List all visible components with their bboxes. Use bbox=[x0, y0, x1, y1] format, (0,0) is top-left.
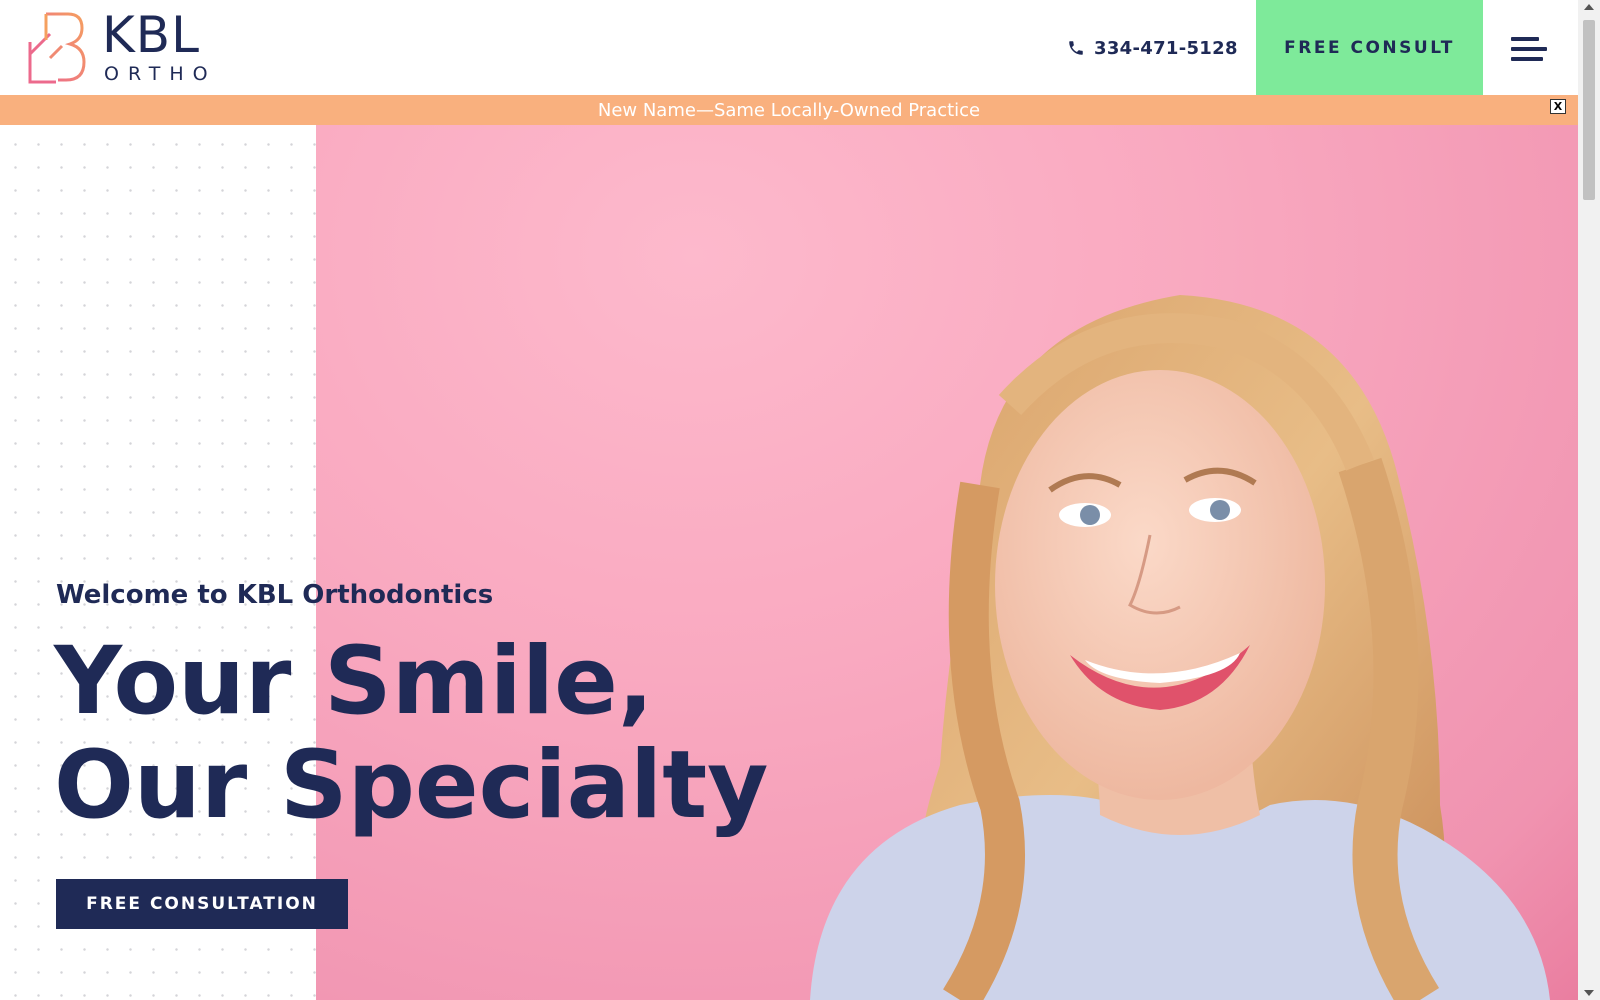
kbl-logo-mark-icon bbox=[28, 12, 86, 84]
logo-sub-text: ORTHO bbox=[104, 63, 217, 85]
announcement-banner: New Name—Same Locally-Owned Practice X bbox=[0, 95, 1578, 125]
phone-number: 334-471-5128 bbox=[1094, 37, 1238, 59]
free-consultation-button[interactable]: FREE CONSULTATION bbox=[56, 879, 348, 929]
free-consultation-label: FREE CONSULTATION bbox=[86, 894, 318, 914]
phone-icon bbox=[1069, 41, 1083, 55]
scroll-up-arrow-icon[interactable] bbox=[1584, 4, 1594, 10]
headline-line-2: Our Specialty bbox=[54, 731, 769, 840]
hamburger-bar bbox=[1511, 47, 1547, 51]
free-consult-button[interactable]: FREE CONSULT bbox=[1256, 0, 1483, 95]
free-consult-label: FREE CONSULT bbox=[1284, 37, 1455, 58]
page-scrollbar[interactable] bbox=[1578, 0, 1600, 1000]
hamburger-menu-icon bbox=[1511, 37, 1539, 41]
site-header: KBL ORTHO 334-471-5128 FREE CONSULT bbox=[0, 0, 1578, 95]
welcome-heading: Welcome to KBL Orthodontics bbox=[56, 580, 494, 610]
hamburger-menu-button[interactable] bbox=[1511, 34, 1549, 66]
hero-section: Welcome to KBL Orthodontics Your Smile, … bbox=[0, 125, 1578, 1000]
logo-brand-text: KBL bbox=[102, 6, 200, 64]
announcement-text: New Name—Same Locally-Owned Practice bbox=[597, 99, 981, 121]
phone-link[interactable]: 334-471-5128 bbox=[1067, 34, 1238, 62]
scroll-down-arrow-icon[interactable] bbox=[1584, 990, 1594, 996]
close-banner-button[interactable]: X bbox=[1550, 99, 1566, 114]
smiling-woman-image bbox=[810, 295, 1550, 1000]
hero-headline: Your Smile, Our Specialty bbox=[54, 630, 768, 838]
hamburger-bar bbox=[1511, 57, 1543, 61]
dotted-pattern-panel bbox=[0, 125, 316, 1000]
kbl-ortho-logo[interactable]: KBL ORTHO bbox=[24, 10, 224, 86]
headline-line-1: Your Smile, bbox=[54, 627, 654, 736]
scrollbar-thumb[interactable] bbox=[1583, 20, 1595, 200]
